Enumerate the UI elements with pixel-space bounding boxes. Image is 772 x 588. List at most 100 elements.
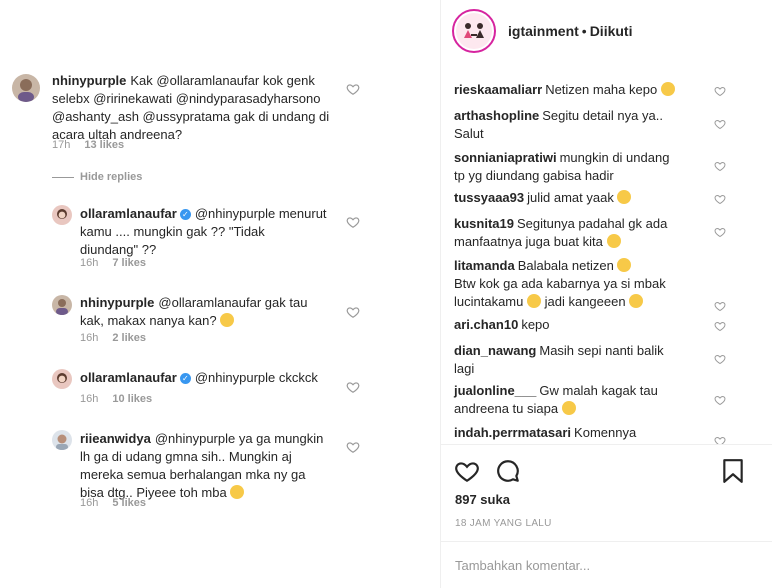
comment-username[interactable]: kusnita19 xyxy=(454,216,514,231)
comment-username[interactable]: jualonline___ xyxy=(454,383,536,398)
avatar[interactable] xyxy=(52,295,72,315)
account-avatar[interactable] xyxy=(452,9,496,53)
comment-text: Masih sepi nanti balik xyxy=(539,343,664,358)
reply-text: riieanwidya @nhinypurple ya ga mungkin lh… xyxy=(80,430,345,502)
reply-likes[interactable]: 2 likes xyxy=(112,332,146,344)
comment-icon[interactable] xyxy=(495,458,521,484)
list-item: indah.perrmatasari Komennya xyxy=(454,424,699,442)
comment-username[interactable]: indah.perrmatasari xyxy=(454,425,571,440)
reply-line: mereka semua berhalangan mka ny ga xyxy=(80,467,306,482)
reply-time: 16h xyxy=(80,497,99,509)
emoji-icon xyxy=(617,190,632,204)
comment-username[interactable]: tussyaaa93 xyxy=(454,190,524,205)
reply-meta: 16h 10 likes xyxy=(80,393,166,405)
comment-username[interactable]: sonnianiapratiwi xyxy=(454,150,557,165)
comment-username[interactable]: arthashopline xyxy=(454,108,539,123)
heart-icon[interactable] xyxy=(714,160,726,172)
reply-time: 16h xyxy=(80,393,99,405)
reply-likes[interactable]: 10 likes xyxy=(112,393,152,405)
heart-icon[interactable] xyxy=(346,305,360,319)
comment-text: manfaatnya juga buat kita xyxy=(454,234,603,249)
list-item: kusnita19 Segitunya padahal gk ada manfaat… xyxy=(454,215,699,251)
reply-line: kak, makax nanya kan? xyxy=(80,313,217,328)
comment-username[interactable]: litamanda xyxy=(454,258,515,273)
post-timestamp: 18 JAM YANG LALU xyxy=(455,518,552,529)
comment-text: nhinypurple Kak @ollaramlanaufar kok genk… xyxy=(52,72,342,144)
comment-line: Kak @ollaramlanaufar kok genk xyxy=(130,73,315,88)
emoji-icon xyxy=(230,485,245,499)
reply-username[interactable]: ollaramlanaufar xyxy=(80,206,177,221)
heart-icon[interactable] xyxy=(714,226,726,238)
heart-icon[interactable] xyxy=(714,300,726,312)
heart-icon[interactable] xyxy=(454,458,480,484)
comment-text: Salut xyxy=(454,126,484,141)
list-item: ari.chan10 kepo xyxy=(454,316,699,334)
reply-username[interactable]: nhinypurple xyxy=(80,295,154,310)
add-comment-input[interactable] xyxy=(455,556,755,574)
separator: • xyxy=(581,23,587,39)
reply-line: @nhinypurple ckckck xyxy=(194,370,318,385)
hide-replies-label: Hide replies xyxy=(80,171,143,183)
post-header: igtainment • Diikuti xyxy=(441,0,772,60)
reply-meta: 16h 7 likes xyxy=(80,257,160,269)
heart-icon[interactable] xyxy=(714,394,726,406)
comment-username[interactable]: rieskaamaliarr xyxy=(454,82,542,97)
list-item: sonnianiapratiwi mungkin di undang tp yg d… xyxy=(454,149,699,185)
reply-meta: 16h 2 likes xyxy=(80,332,160,344)
account-logo xyxy=(456,13,492,49)
heart-icon[interactable] xyxy=(346,215,360,229)
follow-button[interactable]: Diikuti xyxy=(590,23,633,39)
comment-text: jadi kangeeen xyxy=(544,294,626,309)
reply-likes[interactable]: 5 likes xyxy=(112,497,146,509)
comment-thread: nhinypurple Kak @ollaramlanaufar kok genk… xyxy=(0,0,440,588)
reply-username[interactable]: riieanwidya xyxy=(80,431,151,446)
comment-time: 17h xyxy=(52,139,71,151)
comment-text: Komennya xyxy=(574,425,637,440)
list-item: tussyaaa93 julid amat yaak xyxy=(454,189,699,207)
comment-text: Balabala netizen xyxy=(517,258,614,273)
heart-icon[interactable] xyxy=(346,440,360,454)
bookmark-icon[interactable] xyxy=(721,458,745,484)
account-name[interactable]: igtainment xyxy=(508,23,579,39)
heart-icon[interactable] xyxy=(714,435,726,444)
reply-likes[interactable]: 7 likes xyxy=(112,257,146,269)
comment-username[interactable]: dian_nawang xyxy=(454,343,536,358)
reply-username[interactable]: ollaramlanaufar xyxy=(80,370,177,385)
heart-icon[interactable] xyxy=(346,82,360,96)
divider xyxy=(52,176,74,178)
comment-text: Segitunya padahal gk ada xyxy=(516,216,668,231)
avatar[interactable] xyxy=(52,430,72,450)
list-item: litamanda Balabala netizen Btw kok ga ada… xyxy=(454,257,699,311)
reply-text: ollaramlanaufar ✓ @nhinypurple ckckck xyxy=(80,369,340,387)
reply-text: ollaramlanaufar ✓ @nhinypurple menurut kam… xyxy=(80,205,340,259)
avatar[interactable] xyxy=(12,74,40,102)
emoji-icon xyxy=(629,294,644,308)
list-item: arthashopline Segitu detail nya ya.. Salut xyxy=(454,107,699,143)
reply-line: kamu .... mungkin gak ?? "Tidak xyxy=(80,224,265,239)
likes-count[interactable]: 897 suka xyxy=(455,492,510,507)
heart-icon[interactable] xyxy=(714,193,726,205)
heart-icon[interactable] xyxy=(714,353,726,365)
comment-username[interactable]: nhinypurple xyxy=(52,73,126,88)
heart-icon[interactable] xyxy=(714,118,726,130)
comment-likes[interactable]: 13 likes xyxy=(84,139,124,151)
comment-text: Segitu detail nya ya.. xyxy=(542,108,663,123)
avatar[interactable] xyxy=(52,369,72,389)
comment-text: Btw kok ga ada kabarnya ya si mbak xyxy=(454,276,666,291)
emoji-icon xyxy=(660,82,675,96)
emoji-icon xyxy=(561,401,576,415)
comment-line: @ashanty_ash @ussypratama gak di undang … xyxy=(52,109,330,124)
hide-replies-button[interactable]: Hide replies xyxy=(52,171,142,183)
comments-list[interactable]: rieskaamaliarr Netizen maha kepo arthasho… xyxy=(441,76,772,444)
heart-icon[interactable] xyxy=(346,380,360,394)
comment-username[interactable]: ari.chan10 xyxy=(454,317,518,332)
heart-icon[interactable] xyxy=(714,85,726,97)
heart-icon[interactable] xyxy=(714,320,726,332)
reply-text: nhinypurple @ollaramlanaufar gak tau kak,… xyxy=(80,294,340,330)
reply-meta: 16h 5 likes xyxy=(80,497,160,509)
list-item: rieskaamaliarr Netizen maha kepo xyxy=(454,81,699,99)
reply-line: diundang" ?? xyxy=(80,242,157,257)
avatar[interactable] xyxy=(52,205,72,225)
comment-text: andreena tu siapa xyxy=(454,401,559,416)
comment-line: selebx @ririnekawati @nindyparasadyharso… xyxy=(52,91,321,106)
